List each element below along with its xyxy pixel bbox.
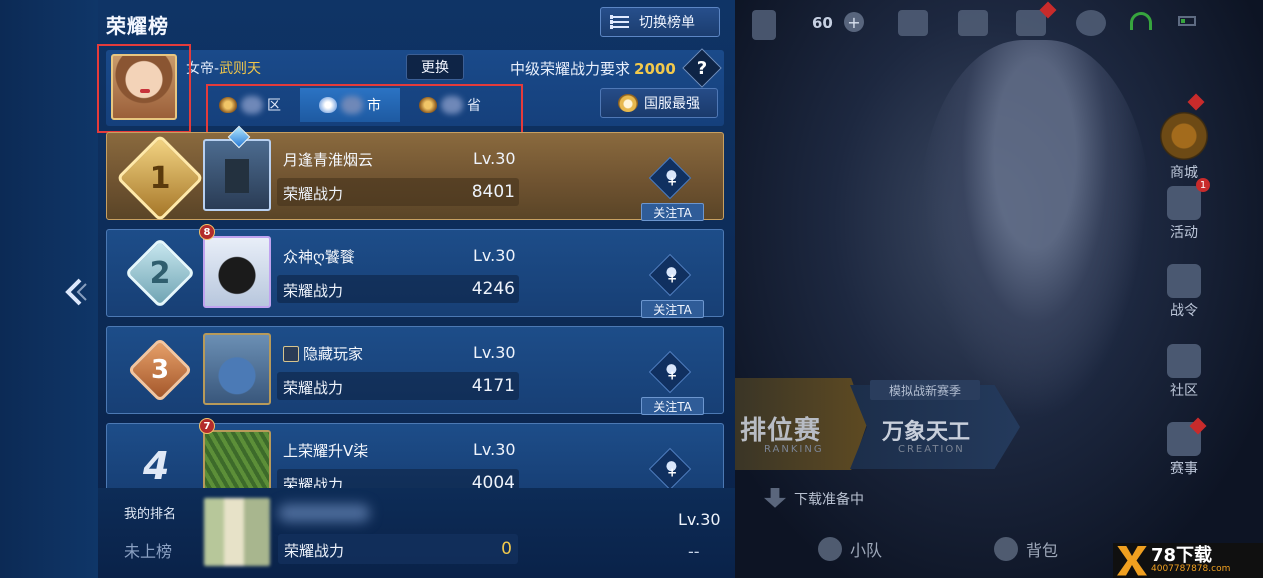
crown-icon <box>618 94 638 112</box>
player-level: Lv.30 <box>473 343 516 362</box>
coin-count: 60 <box>812 14 833 32</box>
my-rank-status: 未上榜 <box>124 542 173 561</box>
player-portrait[interactable] <box>203 236 271 308</box>
download-icon <box>764 488 786 508</box>
follow-button[interactable]: 关注TA <box>641 397 704 415</box>
rank-2-badge: 2 <box>124 237 196 309</box>
highlight-box-avatar <box>97 44 191 133</box>
community-icon <box>1167 344 1201 378</box>
power-bar: 荣耀战力 8401 <box>277 178 519 206</box>
rank-3-badge: 3 <box>127 337 193 403</box>
power-label: 荣耀战力 <box>283 379 344 397</box>
wifi-icon <box>1130 12 1152 30</box>
battle-pass-icon <box>1167 264 1201 298</box>
my-rank-value: -- <box>688 542 700 561</box>
events-icon <box>1167 186 1201 220</box>
backpack-button[interactable]: 背包 <box>994 537 1058 561</box>
nation-best-button[interactable]: 国服最强 <box>600 88 718 118</box>
follow-button[interactable]: 关注TA <box>641 300 704 318</box>
ranked-mode-title: 排位赛 <box>740 416 822 446</box>
rank-row-1[interactable]: 1 月逢青淮烟云 Lv.30 荣耀战力 8401 关注TA <box>106 125 724 222</box>
my-rank-bar <box>98 488 735 578</box>
power-bar: 荣耀战力 4171 <box>277 372 519 400</box>
sidebar-item-community[interactable]: 社区 <box>1160 344 1208 400</box>
add-coins-icon[interactable]: + <box>844 12 864 32</box>
rank-row-2[interactable]: 2 8 众神ღ饕餮 Lv.30 荣耀战力 4246 关注TA <box>106 224 724 318</box>
switch-list-label: 切换榜单 <box>639 15 695 31</box>
change-hero-button[interactable]: 更换 <box>406 54 464 80</box>
player-portrait[interactable] <box>203 139 271 211</box>
my-level: Lv.30 <box>678 510 721 529</box>
power-label: 荣耀战力 <box>283 185 344 203</box>
power-bar: 荣耀战力 4246 <box>277 275 519 303</box>
page-title: 荣耀榜 <box>106 14 169 38</box>
power-requirement: 中级荣耀战力要求 2000 <box>510 60 676 78</box>
my-power-bar: 荣耀战力 0 <box>278 534 518 564</box>
card-icon[interactable] <box>752 10 776 40</box>
team-button[interactable]: 小队 <box>818 537 882 561</box>
creation-mode-title: 万象天工 <box>882 420 971 445</box>
player-level: Lv.30 <box>473 246 516 265</box>
player-portrait[interactable] <box>203 333 271 405</box>
my-power-value: 0 <box>501 539 512 559</box>
gear-icon[interactable] <box>1076 10 1106 36</box>
vip-level-badge: 8 <box>199 224 215 240</box>
blurred-player-name <box>278 504 370 522</box>
my-rank-label: 我的排名 <box>124 507 177 522</box>
highlight-box-region-tabs <box>206 84 523 134</box>
add-friend-icon[interactable] <box>648 156 692 200</box>
add-friend-icon[interactable] <box>648 350 692 394</box>
switch-list-button[interactable]: 切换榜单 <box>600 7 720 37</box>
sidebar-item-events[interactable]: 活动 <box>1160 186 1208 242</box>
player-name: 上荣耀升V柒 <box>283 442 369 460</box>
backpack-icon <box>994 537 1018 561</box>
rank-row-3[interactable]: 3 隐藏玩家 Lv.30 荣耀战力 4171 关注TA <box>106 326 724 415</box>
events-count-badge: 1 <box>1196 178 1210 192</box>
ranked-mode-subtitle: RANKING <box>764 444 824 455</box>
power-label: 荣耀战力 <box>283 282 344 300</box>
friends-icon[interactable] <box>898 10 928 36</box>
creation-mode-tag: 模拟战新赛季 <box>870 380 980 400</box>
hidden-player-icon <box>283 345 299 362</box>
download-status: 下载准备中 <box>764 486 964 512</box>
help-icon: ? <box>696 57 708 79</box>
vip-level-badge: 7 <box>199 418 215 434</box>
mail-icon[interactable] <box>1016 10 1046 36</box>
rank-row-4[interactable]: 4 7 上荣耀升V柒 Lv.30 荣耀战力 4004 <box>106 418 724 502</box>
back-arrow-icon[interactable] <box>60 276 88 308</box>
list-icon <box>610 15 629 29</box>
power-value: 8401 <box>471 182 515 202</box>
my-avatar <box>204 498 270 566</box>
shop-icon <box>1160 112 1208 160</box>
player-name: 月逢青淮烟云 <box>283 151 374 169</box>
power-value: 4171 <box>471 376 515 396</box>
sidebar-item-shop[interactable]: 商城 <box>1160 112 1208 182</box>
power-value: 4246 <box>471 279 515 299</box>
power-label: 荣耀战力 <box>284 542 345 560</box>
hero-name: 女帝-武则天 <box>186 61 262 77</box>
eye-icon[interactable] <box>958 10 988 36</box>
battery-icon <box>1178 16 1196 26</box>
player-name: 隐藏玩家 <box>283 343 363 364</box>
player-name: 众神ღ饕餮 <box>283 248 355 266</box>
site-watermark: 78下载 4007787878.com <box>1113 543 1263 578</box>
player-level: Lv.30 <box>473 440 516 459</box>
rank-4-number: 4 <box>143 444 170 488</box>
hero-character-art <box>920 40 1150 420</box>
add-friend-icon[interactable] <box>648 447 692 491</box>
follow-button[interactable]: 关注TA <box>641 203 704 221</box>
creation-mode-subtitle: CREATION <box>898 444 965 455</box>
add-friend-icon[interactable] <box>648 253 692 297</box>
flag-icon <box>818 537 842 561</box>
rank-1-badge: 1 <box>116 134 204 222</box>
sidebar-item-battle-pass[interactable]: 战令 <box>1160 264 1208 320</box>
site-logo-icon <box>1117 545 1147 576</box>
player-level: Lv.30 <box>473 149 516 168</box>
